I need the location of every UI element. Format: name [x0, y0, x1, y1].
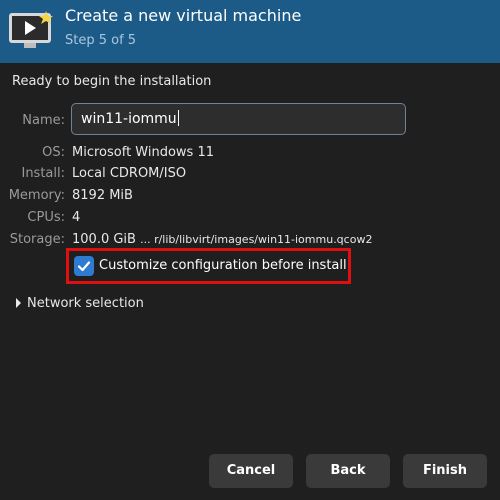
checkmark-icon — [77, 261, 91, 272]
network-selection-label: Network selection — [27, 296, 144, 311]
text-cursor — [177, 110, 179, 126]
cpus-value: 4 — [72, 210, 81, 225]
expander-arrow-icon — [16, 298, 21, 308]
storage-path: ... r/lib/libvirt/images/win11-iommu.qco… — [140, 233, 373, 246]
memory-value: 8192 MiB — [72, 188, 133, 203]
vm-name-value: win11-iommu — [81, 111, 177, 127]
virtual-machine-monitor-icon — [9, 11, 53, 48]
cancel-button[interactable]: Cancel — [209, 454, 293, 488]
ready-heading: Ready to begin the installation — [12, 74, 212, 89]
dialog-header: Create a new virtual machine Step 5 of 5 — [0, 0, 500, 63]
install-label: Install: — [21, 166, 65, 181]
back-button[interactable]: Back — [306, 454, 390, 488]
customize-checkbox-label[interactable]: Customize configuration before install — [99, 258, 347, 273]
vm-name-input[interactable]: win11-iommu — [71, 103, 406, 135]
storage-size: 100.0 GiB — [72, 232, 136, 247]
customize-checkbox[interactable] — [74, 256, 94, 276]
os-label: OS: — [42, 145, 65, 160]
storage-value: 100.0 GiB ... r/lib/libvirt/images/win11… — [72, 232, 372, 247]
finish-button[interactable]: Finish — [403, 454, 487, 488]
name-label: Name: — [22, 113, 65, 128]
storage-label: Storage: — [9, 232, 65, 247]
memory-label: Memory: — [8, 188, 65, 203]
os-value: Microsoft Windows 11 — [72, 145, 214, 160]
dialog-title: Create a new virtual machine — [65, 6, 302, 25]
network-selection-expander[interactable]: Network selection — [16, 292, 144, 311]
install-value: Local CDROM/ISO — [72, 166, 187, 181]
step-indicator: Step 5 of 5 — [65, 33, 137, 48]
cpus-label: CPUs: — [27, 210, 65, 225]
